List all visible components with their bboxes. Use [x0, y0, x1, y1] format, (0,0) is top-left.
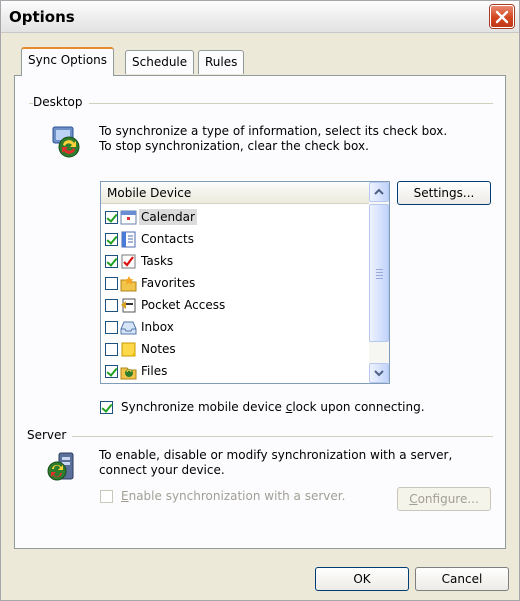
close-button[interactable]: [490, 5, 514, 28]
scroll-up-button[interactable]: [369, 182, 389, 202]
cancel-button[interactable]: Cancel: [415, 567, 509, 591]
item-label: Inbox: [141, 320, 174, 334]
files-icon: [120, 367, 137, 379]
item-checkbox[interactable]: [105, 320, 118, 334]
scroll-down-button[interactable]: [369, 363, 389, 383]
enable-server-sync-label: Enable synchronization with a server.: [121, 489, 346, 503]
list-item[interactable]: Contacts: [105, 228, 367, 250]
enable-server-sync-checkbox[interactable]: [100, 489, 113, 503]
list-item[interactable]: Notes: [105, 338, 367, 360]
settings-button[interactable]: Settings...: [397, 181, 491, 205]
tab-schedule[interactable]: Schedule: [125, 50, 195, 74]
server-desc-line1: To enable, disable or modify synchroniza…: [99, 448, 453, 462]
item-checkbox[interactable]: [105, 210, 118, 224]
item-checkbox[interactable]: [105, 254, 118, 268]
desktop-divider: [29, 103, 493, 104]
mobile-device-list[interactable]: Mobile Device Calendar Contacts Tasks Favor…: [100, 181, 390, 384]
list-scrollbar[interactable]: [369, 182, 389, 383]
desktop-sync-icon: [52, 126, 80, 158]
item-checkbox[interactable]: [105, 342, 118, 356]
chevron-up-icon: [374, 188, 384, 195]
notes-icon: [121, 342, 136, 356]
server-divider: [29, 436, 493, 437]
list-item[interactable]: Calendar: [105, 206, 367, 228]
server-sync-icon: [47, 452, 74, 481]
desktop-desc-line2: To stop synchronization, clear the check…: [99, 139, 369, 153]
desktop-description: To synchronize a type of information, se…: [99, 124, 447, 154]
item-label: Tasks: [141, 254, 174, 268]
item-checkbox[interactable]: [105, 276, 118, 290]
desktop-group-label: Desktop: [33, 95, 89, 109]
list-item[interactable]: Files: [105, 360, 367, 382]
close-icon: [495, 10, 509, 24]
desktop-desc-line1: To synchronize a type of information, se…: [99, 124, 448, 138]
ok-button[interactable]: OK: [315, 567, 409, 591]
sync-clock-checkbox[interactable]: [100, 400, 113, 414]
item-checkbox[interactable]: [105, 298, 118, 312]
server-group-label: Server: [27, 428, 73, 442]
contacts-icon: [121, 231, 136, 247]
sync-clock-label: Synchronize mobile device clock upon con…: [121, 400, 425, 414]
item-checkbox[interactable]: [105, 232, 118, 246]
server-description: To enable, disable or modify synchroniza…: [99, 448, 452, 478]
item-label: Pocket Access: [141, 298, 226, 312]
options-dialog: Options Sync Options Schedule Rules Desk…: [0, 0, 520, 601]
list-item[interactable]: Pocket Access: [105, 294, 367, 316]
item-checkbox[interactable]: [105, 364, 118, 378]
sync-clock-checkbox-row[interactable]: Synchronize mobile device clock upon con…: [100, 400, 425, 414]
chevron-down-icon: [374, 370, 384, 377]
title-bar[interactable]: Options: [1, 1, 519, 33]
item-label: Contacts: [141, 232, 194, 246]
list-item[interactable]: Favorites: [105, 272, 367, 294]
item-label: Calendar: [139, 209, 197, 225]
tasks-icon: [121, 254, 136, 268]
window-title: Options: [9, 8, 75, 26]
scroll-thumb[interactable]: [369, 204, 389, 342]
tab-rules[interactable]: Rules: [198, 50, 245, 74]
configure-button[interactable]: Configure...: [397, 487, 491, 511]
list-item[interactable]: Inbox: [105, 316, 367, 338]
inbox-icon: [120, 321, 137, 334]
pocket-access-icon: [121, 298, 136, 312]
item-label: Notes: [141, 342, 176, 356]
item-label: Files: [141, 364, 168, 378]
server-desc-line2: connect your device.: [99, 463, 225, 477]
favorites-icon: [120, 275, 137, 291]
list-header-mobile-device[interactable]: Mobile Device: [101, 182, 369, 204]
calendar-icon: [120, 210, 137, 224]
tab-sync-options[interactable]: Sync Options: [21, 47, 115, 76]
item-label: Favorites: [141, 276, 196, 290]
list-item[interactable]: Tasks: [105, 250, 367, 272]
enable-server-sync-row[interactable]: Enable synchronization with a server.: [100, 489, 345, 503]
